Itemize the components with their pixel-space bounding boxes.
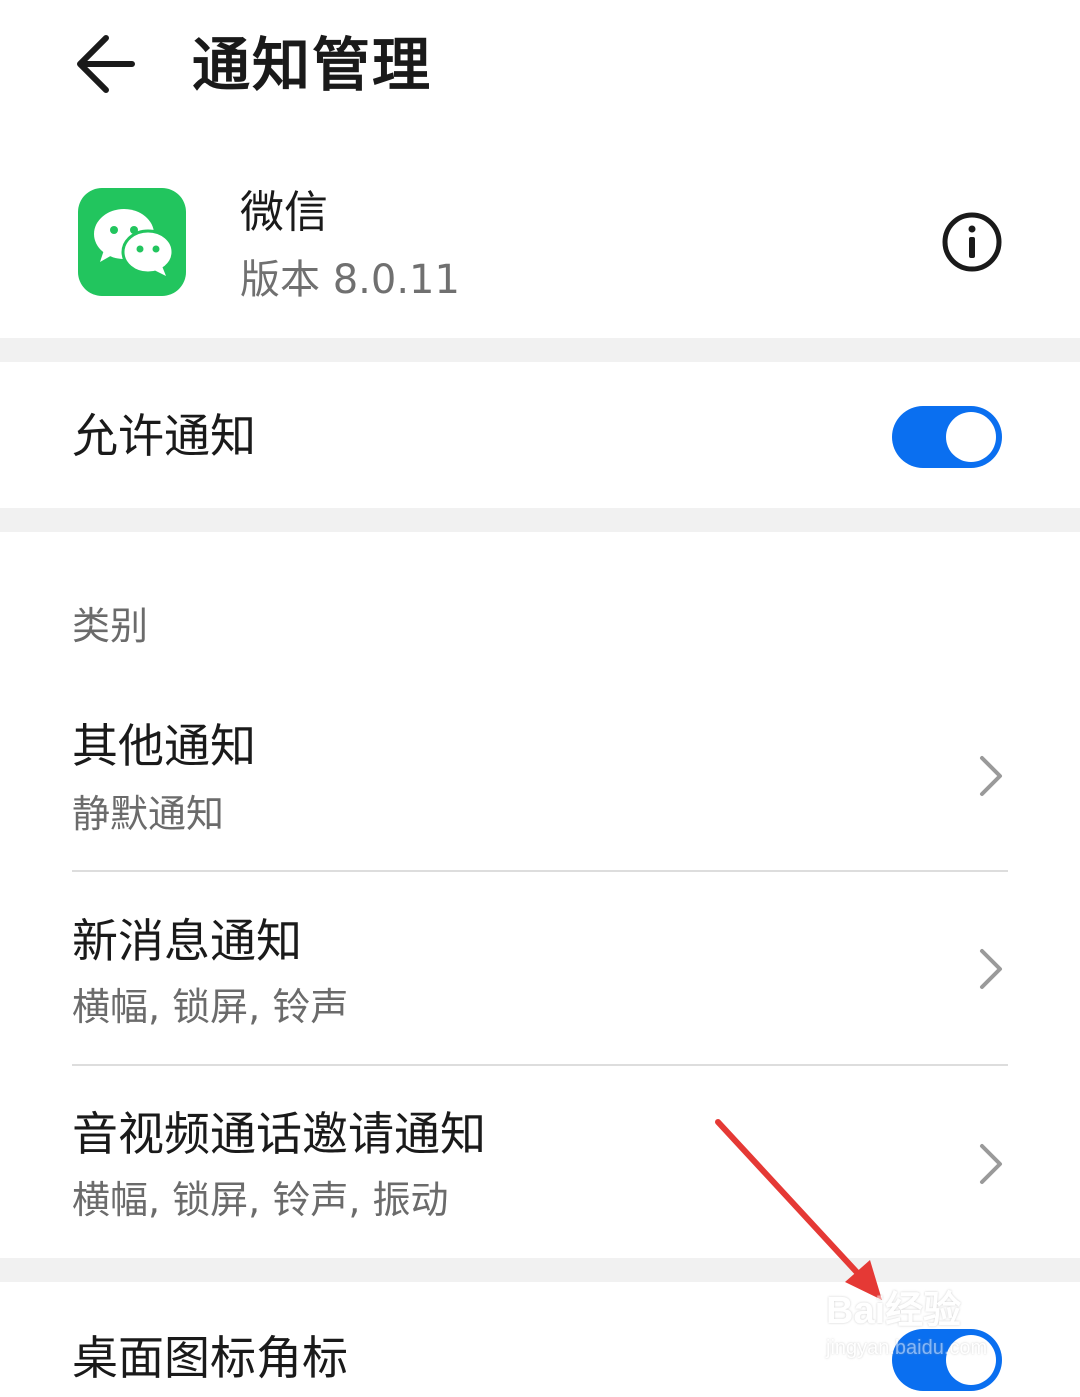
category-row-other[interactable]: 其他通知 静默通知 (0, 700, 1080, 870)
arrow-left-icon (77, 35, 135, 93)
category-row-call-invite[interactable]: 音视频通话邀请通知 横幅, 锁屏, 铃声, 振动 (0, 1088, 1080, 1258)
category-title: 其他通知 (72, 719, 256, 773)
toggle-knob (946, 1335, 996, 1385)
category-row-new-message[interactable]: 新消息通知 横幅, 锁屏, 铃声 (0, 893, 1080, 1063)
page-title: 通知管理 (192, 31, 433, 99)
category-subtitle: 静默通知 (72, 792, 225, 836)
section-gap (0, 508, 1080, 532)
chevron-right-icon (980, 756, 1002, 796)
section-gap (0, 338, 1080, 362)
app-info-button[interactable] (940, 210, 1004, 274)
category-title: 音视频通话邀请通知 (72, 1107, 486, 1161)
badge-label: 桌面图标角标 (72, 1331, 348, 1385)
badge-row[interactable]: 桌面图标角标 (0, 1282, 1080, 1397)
allow-notifications-toggle[interactable] (892, 406, 1002, 468)
chevron-right-icon (980, 1144, 1002, 1184)
red-arrow-annotation (715, 1119, 882, 1300)
info-circle-icon (942, 212, 1002, 272)
badge-toggle[interactable] (892, 1329, 1002, 1391)
app-name: 微信 (240, 187, 328, 238)
wechat-logo-icon (78, 188, 186, 296)
category-subtitle: 横幅, 锁屏, 铃声 (72, 985, 349, 1029)
toggle-knob (946, 412, 996, 462)
allow-notifications-row[interactable]: 允许通知 (0, 362, 1080, 508)
category-header: 类别 (72, 604, 149, 648)
back-button[interactable] (70, 28, 150, 100)
divider (72, 870, 1008, 872)
category-title: 新消息通知 (72, 914, 302, 968)
section-gap (0, 1258, 1080, 1282)
category-subtitle: 横幅, 锁屏, 铃声, 振动 (72, 1178, 449, 1222)
chevron-right-icon (980, 949, 1002, 989)
divider (72, 1064, 1008, 1066)
app-version: 版本 8.0.11 (240, 257, 460, 303)
allow-notifications-label: 允许通知 (72, 409, 256, 463)
